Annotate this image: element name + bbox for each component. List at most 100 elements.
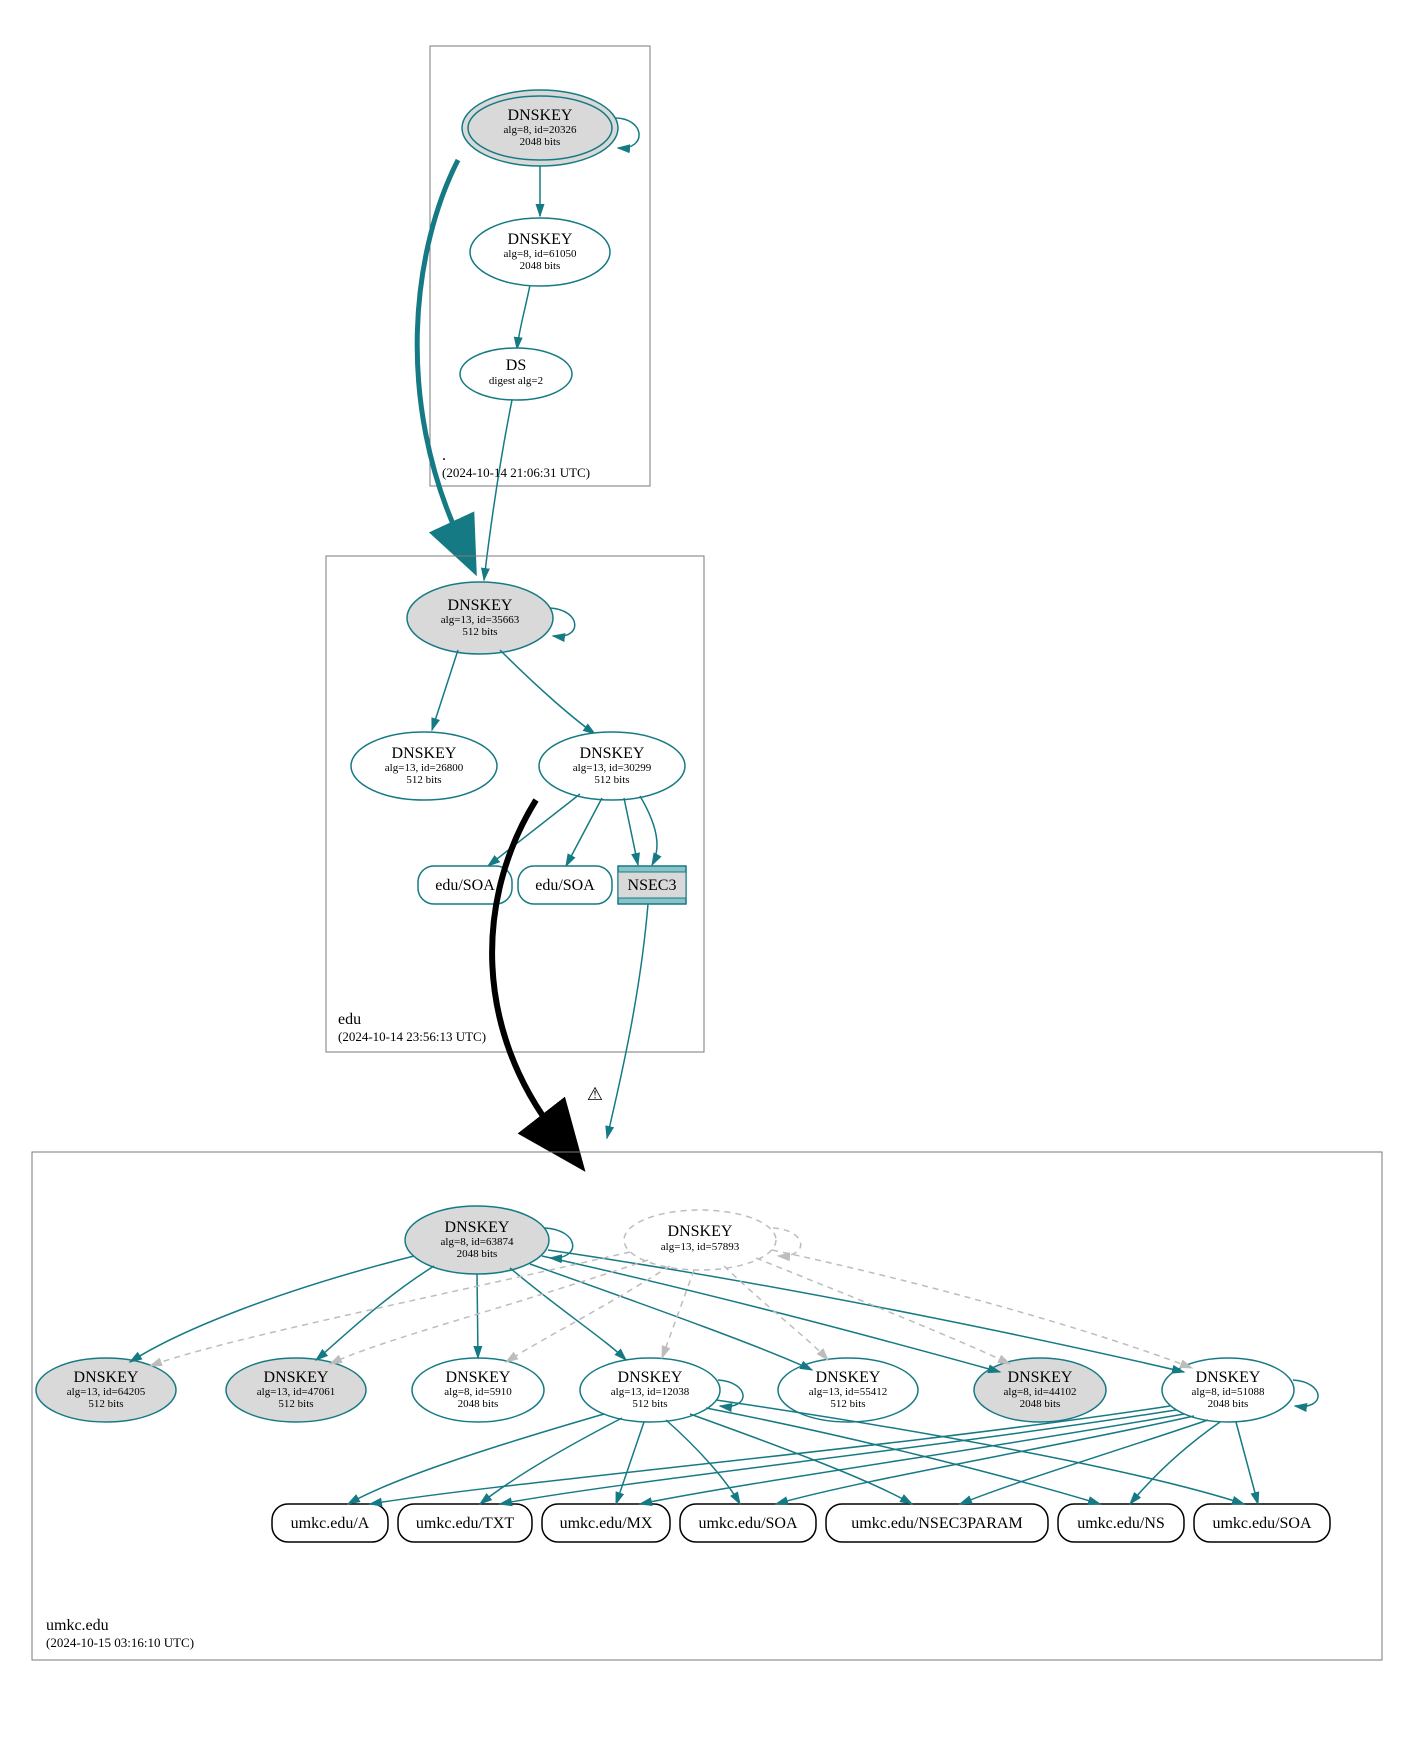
e-k7-soa2	[1236, 1422, 1258, 1504]
edge-nsec3-to-umkc	[607, 904, 648, 1138]
svg-text:DNSKEY: DNSKEY	[508, 231, 573, 248]
e-k7-txt	[500, 1410, 1176, 1504]
dnskey-edu-26800[interactable]: DNSKEY alg=13, id=26800 512 bits	[351, 732, 497, 800]
svg-text:2048 bits: 2048 bits	[457, 1248, 498, 1260]
rr-umkc-ns[interactable]: umkc.edu/NS	[1058, 1504, 1184, 1542]
svg-text:alg=13, id=12038: alg=13, id=12038	[611, 1386, 690, 1398]
svg-text:DNSKEY: DNSKEY	[816, 1369, 881, 1386]
svg-text:alg=13, id=47061: alg=13, id=47061	[257, 1386, 335, 1398]
svg-text:umkc.edu/NSEC3PARAM: umkc.edu/NSEC3PARAM	[851, 1515, 1022, 1532]
ds-root[interactable]: DS digest alg=2	[460, 348, 572, 400]
svg-text:DNSKEY: DNSKEY	[446, 1369, 511, 1386]
ed-kd-k1	[150, 1252, 630, 1366]
svg-text:512 bits: 512 bits	[594, 774, 629, 786]
svg-text:DS: DS	[506, 357, 526, 374]
edge-edu-ksk-zsk2	[500, 650, 595, 734]
ed-kd-k4	[662, 1270, 694, 1358]
ed-kd-k7	[772, 1250, 1192, 1368]
edge-ds-to-edu	[484, 400, 512, 580]
edge-self-umkc-dashed	[773, 1228, 801, 1256]
svg-text:alg=13, id=35663: alg=13, id=35663	[441, 614, 520, 626]
dnskey-root-zsk[interactable]: DNSKEY alg=8, id=61050 2048 bits	[470, 218, 610, 286]
svg-text:512 bits: 512 bits	[632, 1398, 667, 1410]
dnskey-umkc-63874[interactable]: DNSKEY alg=8, id=63874 2048 bits	[405, 1206, 549, 1274]
svg-text:DNSKEY: DNSKEY	[1008, 1369, 1073, 1386]
svg-text:512 bits: 512 bits	[406, 774, 441, 786]
svg-text:alg=8, id=20326: alg=8, id=20326	[504, 124, 577, 136]
svg-text:alg=13, id=64205: alg=13, id=64205	[67, 1386, 146, 1398]
svg-text:512 bits: 512 bits	[278, 1398, 313, 1410]
rr-umkc-soa2[interactable]: umkc.edu/SOA	[1194, 1504, 1330, 1542]
svg-text:edu/SOA: edu/SOA	[435, 877, 495, 894]
dnskey-umkc-64205[interactable]: DNSKEY alg=13, id=64205 512 bits	[36, 1358, 176, 1422]
zone-root-date: (2024-10-14 21:06:31 UTC)	[442, 465, 590, 480]
edge-root-zsk-ds	[517, 285, 530, 349]
svg-text:alg=8, id=61050: alg=8, id=61050	[504, 248, 577, 260]
svg-text:DNSKEY: DNSKEY	[264, 1369, 329, 1386]
svg-text:2048 bits: 2048 bits	[1020, 1398, 1061, 1410]
e-ksk-k6	[542, 1256, 1000, 1372]
edge-edu-zsk2-soa2	[566, 798, 602, 866]
svg-text:DNSKEY: DNSKEY	[618, 1369, 683, 1386]
zone-umkc-date: (2024-10-15 03:16:10 UTC)	[46, 1635, 194, 1650]
e-k4-mx	[616, 1422, 644, 1504]
svg-text:512 bits: 512 bits	[88, 1398, 123, 1410]
dnskey-umkc-12038[interactable]: DNSKEY alg=13, id=12038 512 bits	[580, 1358, 720, 1422]
edge-self-edu-ksk	[550, 608, 575, 636]
svg-text:DNSKEY: DNSKEY	[392, 745, 457, 762]
edge-edu-zsk2-nsec3b	[640, 796, 657, 865]
ed-kd-k2	[330, 1260, 648, 1364]
edge-edu-ksk-zsk1	[432, 650, 458, 730]
rr-umkc-nsec3param[interactable]: umkc.edu/NSEC3PARAM	[826, 1504, 1048, 1542]
svg-text:DNSKEY: DNSKEY	[74, 1369, 139, 1386]
edge-root-to-edu	[417, 160, 460, 540]
rr-umkc-txt[interactable]: umkc.edu/TXT	[398, 1504, 532, 1542]
zone-root-label: .	[442, 447, 446, 464]
warning-icon: ⚠	[587, 1084, 603, 1104]
rr-umkc-soa[interactable]: umkc.edu/SOA	[680, 1504, 816, 1542]
svg-text:umkc.edu/SOA: umkc.edu/SOA	[1212, 1515, 1312, 1532]
svg-text:umkc.edu/MX: umkc.edu/MX	[560, 1515, 653, 1532]
dnskey-umkc-5910[interactable]: DNSKEY alg=8, id=5910 2048 bits	[412, 1358, 544, 1422]
edge-edu-zsk2-nsec3a	[624, 798, 638, 865]
e-ksk-k7	[548, 1250, 1184, 1372]
svg-text:2048 bits: 2048 bits	[520, 260, 561, 272]
svg-text:alg=8, id=5910: alg=8, id=5910	[444, 1386, 512, 1398]
svg-text:DNSKEY: DNSKEY	[448, 597, 513, 614]
svg-text:512 bits: 512 bits	[462, 626, 497, 638]
svg-text:512 bits: 512 bits	[830, 1398, 865, 1410]
svg-text:umkc.edu/SOA: umkc.edu/SOA	[698, 1515, 798, 1532]
e-k7-ns	[1130, 1422, 1220, 1504]
zone-edu-label: edu	[338, 1011, 361, 1028]
dnskey-edu-ksk[interactable]: DNSKEY alg=13, id=35663 512 bits	[407, 582, 553, 654]
svg-text:DNSKEY: DNSKEY	[508, 107, 573, 124]
e-ksk-k4	[510, 1268, 626, 1360]
svg-text:DNSKEY: DNSKEY	[580, 745, 645, 762]
e-k7-mx	[640, 1414, 1184, 1504]
svg-text:NSEC3: NSEC3	[628, 877, 677, 894]
svg-text:umkc.edu/A: umkc.edu/A	[291, 1515, 370, 1532]
e-k7-soa	[776, 1416, 1194, 1504]
svg-text:alg=13, id=26800: alg=13, id=26800	[385, 762, 464, 774]
edu-nsec3[interactable]: NSEC3	[618, 866, 686, 904]
zone-edu-date: (2024-10-14 23:56:13 UTC)	[338, 1029, 486, 1044]
edge-self-root-ksk	[615, 118, 639, 148]
dnskey-umkc-44102[interactable]: DNSKEY alg=8, id=44102 2048 bits	[974, 1358, 1106, 1422]
dnskey-root-ksk[interactable]: DNSKEY alg=8, id=20326 2048 bits	[462, 90, 618, 166]
svg-text:2048 bits: 2048 bits	[458, 1398, 499, 1410]
edu-soa-2[interactable]: edu/SOA	[518, 866, 612, 904]
dnskey-umkc-51088[interactable]: DNSKEY alg=8, id=51088 2048 bits	[1162, 1358, 1294, 1422]
dnskey-edu-30299[interactable]: DNSKEY alg=13, id=30299 512 bits	[539, 732, 685, 800]
svg-text:DNSKEY: DNSKEY	[668, 1223, 733, 1240]
svg-text:edu/SOA: edu/SOA	[535, 877, 595, 894]
dnskey-umkc-47061[interactable]: DNSKEY alg=13, id=47061 512 bits	[226, 1358, 366, 1422]
svg-text:DNSKEY: DNSKEY	[1196, 1369, 1261, 1386]
svg-text:alg=8, id=63874: alg=8, id=63874	[441, 1236, 514, 1248]
edge-self-51088	[1293, 1380, 1318, 1406]
svg-text:alg=8, id=51088: alg=8, id=51088	[1192, 1386, 1265, 1398]
svg-text:alg=13, id=30299: alg=13, id=30299	[573, 762, 652, 774]
svg-text:umkc.edu/NS: umkc.edu/NS	[1077, 1515, 1165, 1532]
rr-umkc-a[interactable]: umkc.edu/A	[272, 1504, 388, 1542]
rr-umkc-mx[interactable]: umkc.edu/MX	[542, 1504, 670, 1542]
svg-text:2048 bits: 2048 bits	[520, 136, 561, 148]
